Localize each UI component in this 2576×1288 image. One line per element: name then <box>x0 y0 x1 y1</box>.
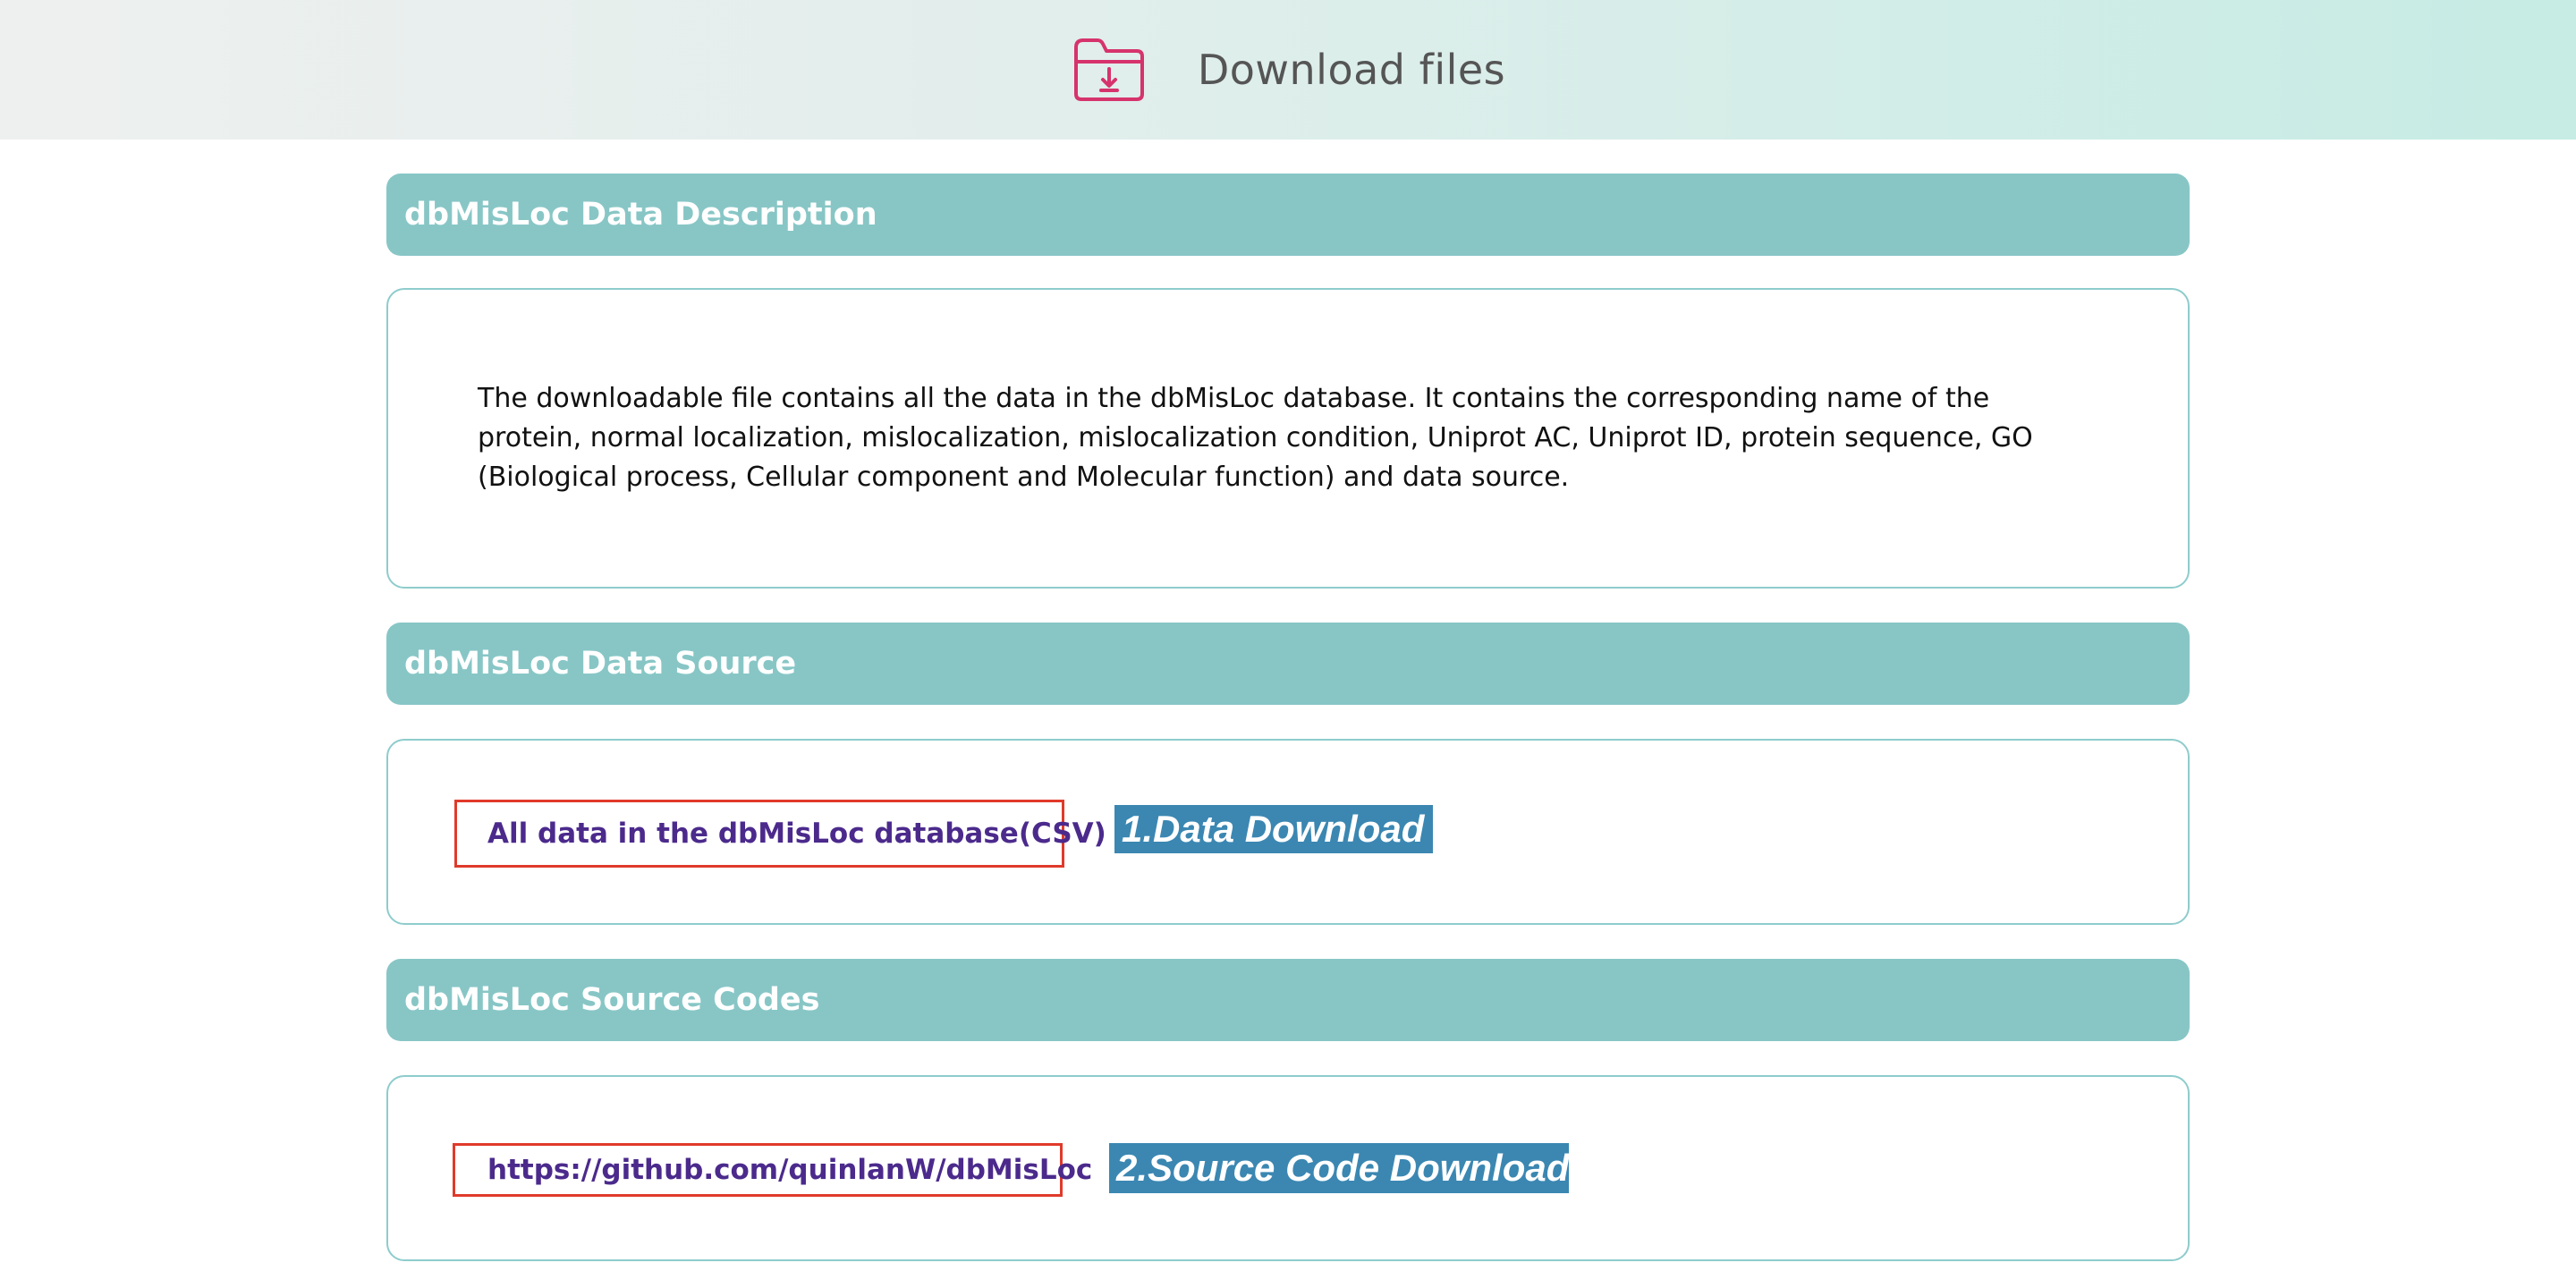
page-header-content: Download files <box>1071 35 1505 105</box>
section-title-description: dbMisLoc Data Description <box>404 197 877 233</box>
data-source-panel: CSV All data in the dbMisLoc database(CS… <box>386 739 2190 925</box>
section-header-description: dbMisLoc Data Description <box>386 174 2190 256</box>
section-header-source-codes: dbMisLoc Source Codes <box>386 959 2190 1041</box>
section-title-source-codes: dbMisLoc Source Codes <box>404 982 820 1018</box>
source-codes-panel: https://github.com/quinlanW/dbMisLoc 2.S… <box>386 1075 2190 1261</box>
github-link[interactable]: https://github.com/quinlanW/dbMisLoc <box>453 1143 1092 1197</box>
github-link-label: https://github.com/quinlanW/dbMisLoc <box>487 1154 1093 1186</box>
csv-download-link-label: All data in the dbMisLoc database(CSV) <box>487 818 1106 850</box>
source-code-download-annotation: 2.Source Code Download <box>1109 1143 1569 1193</box>
page-header: Download files <box>0 0 2576 140</box>
description-panel: The downloadable file contains all the d… <box>386 288 2190 589</box>
folder-download-icon <box>1073 38 1144 101</box>
description-text: The downloadable file contains all the d… <box>478 383 2033 493</box>
section-title-data-source: dbMisLoc Data Source <box>404 646 797 682</box>
csv-download-link[interactable]: CSV All data in the dbMisLoc database(CS… <box>454 800 1106 868</box>
page-title: Download files <box>1197 46 1506 94</box>
data-download-annotation: 1.Data Download <box>1114 805 1433 853</box>
section-header-data-source: dbMisLoc Data Source <box>386 623 2190 705</box>
